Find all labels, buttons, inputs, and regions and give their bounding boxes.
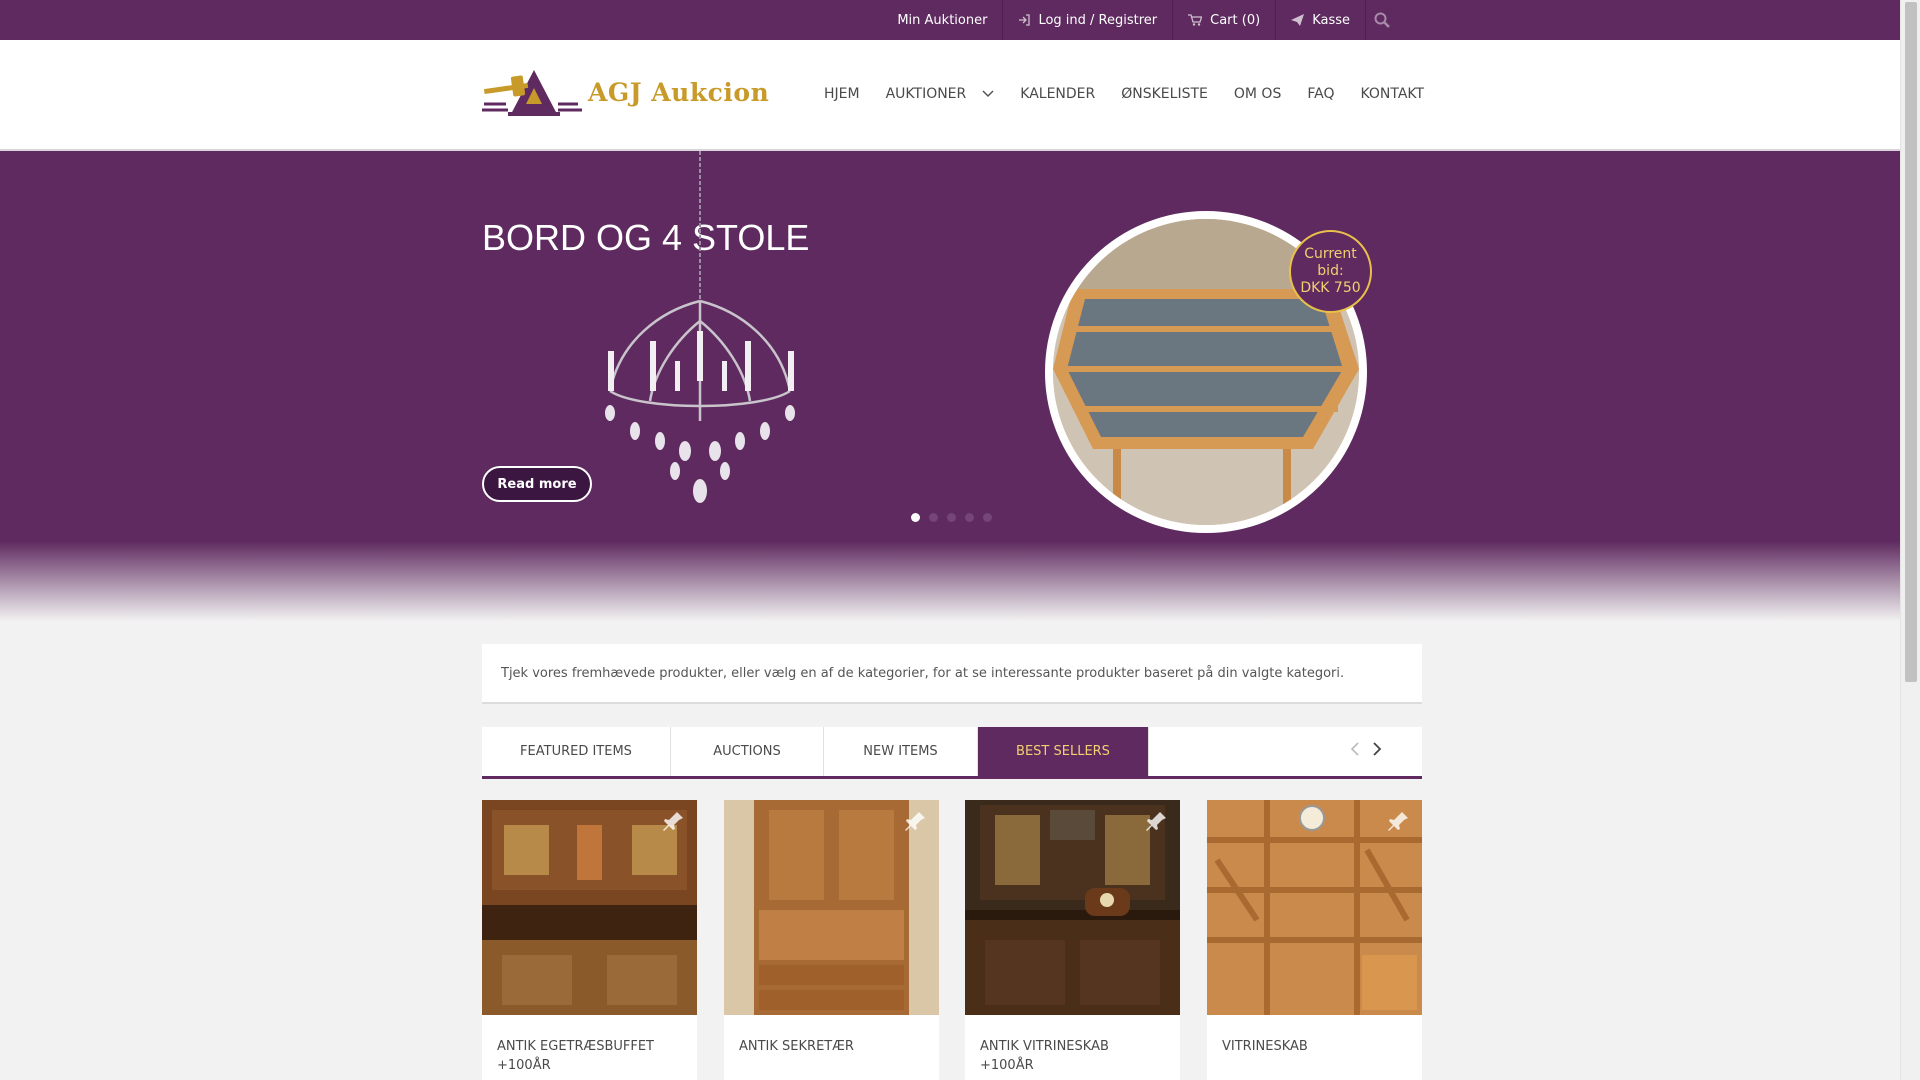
tab-best-sellers[interactable]: BEST SELLERS [978,727,1149,776]
slider-dot-3[interactable] [947,513,956,522]
pin-icon[interactable] [905,810,927,832]
product-grid: ANTIK EGETRÆSBUFFET +100ÅR ANTIK SEKRETÆ… [482,800,1422,1080]
slider-dot-5[interactable] [983,513,992,522]
nav-faq[interactable]: FAQ [1307,86,1334,102]
main-nav: HJEM AUKTIONER KALENDER ØNSKELISTE OM OS… [824,86,1424,102]
chevron-down-icon [982,90,994,98]
vitrine-cabinet-photo [965,800,1180,1015]
product-tabs: FEATURED ITEMS AUCTIONS NEW ITEMS BEST S… [482,727,1422,779]
intro-text-box: Tjek vores fremhævede produkter, eller v… [482,644,1422,704]
product-image[interactable] [1207,800,1422,1015]
page-scrollbar[interactable] [1900,0,1920,1080]
product-image[interactable] [965,800,1180,1015]
cart-link[interactable]: Cart (0) [1172,0,1275,40]
product-card[interactable]: ANTIK VITRINESKAB +100ÅR [965,800,1180,1080]
top-links: Min Auktioner Log ind / Registrer Cart (… [882,0,1405,40]
product-name[interactable]: VITRINESKAB [1207,1015,1422,1056]
my-auctions-link[interactable]: Min Auktioner [882,0,1002,40]
login-register-link[interactable]: Log ind / Registrer [1002,0,1172,40]
pin-icon[interactable] [663,810,685,832]
scrollbar-thumb[interactable] [1905,2,1917,682]
product-name[interactable]: ANTIK EGETRÆSBUFFET +100ÅR [482,1015,697,1075]
prev-arrow-button[interactable] [1350,741,1360,761]
slider-dot-2[interactable] [929,513,938,522]
slider-dot-4[interactable] [965,513,974,522]
logo-text: AGJ Aukcion [588,77,770,107]
pin-icon[interactable] [1146,810,1168,832]
secretary-photo [724,800,939,1015]
hero-slider: BORD OG 4 STOLE Read more Current bid: D… [0,151,1900,621]
product-card[interactable]: ANTIK EGETRÆSBUFFET +100ÅR [482,800,697,1080]
checkout-link[interactable]: Kasse [1275,0,1365,40]
nav-kalender[interactable]: KALENDER [1020,86,1095,102]
chevron-left-icon [1350,742,1359,756]
vitrine-photo [1207,800,1422,1015]
product-card[interactable]: ANTIK SEKRETÆR [724,800,939,1080]
tab-new-items[interactable]: NEW ITEMS [824,727,978,776]
product-name[interactable]: ANTIK SEKRETÆR [724,1015,939,1056]
slider-dot-1[interactable] [911,513,920,522]
search-icon [1374,12,1390,28]
product-image[interactable] [724,800,939,1015]
tab-arrows [1338,741,1382,761]
pin-icon[interactable] [1388,810,1410,832]
slider-dots [911,513,1001,522]
chevron-right-icon [1373,742,1382,756]
next-arrow-button[interactable] [1372,741,1382,761]
tab-auctions[interactable]: AUCTIONS [671,727,824,776]
gavel-logo-icon [482,70,582,116]
nav-kontakt[interactable]: KONTAKT [1360,86,1424,102]
current-bid-badge: Current bid: DKK 750 [1289,230,1372,313]
send-icon [1291,14,1305,26]
buffet-photo [482,800,697,1015]
top-bar: Min Auktioner Log ind / Registrer Cart (… [0,0,1900,40]
tab-featured-items[interactable]: FEATURED ITEMS [482,727,671,776]
nav-hjem[interactable]: HJEM [824,86,860,102]
chandelier-image [605,151,795,503]
site-header: AGJ Aukcion HJEM AUKTIONER KALENDER ØNSK… [0,40,1900,151]
nav-om-os[interactable]: OM OS [1234,86,1281,102]
site-logo[interactable]: AGJ Aukcion [482,66,769,118]
product-card[interactable]: VITRINESKAB [1207,800,1422,1080]
product-image[interactable] [482,800,697,1015]
cart-icon [1188,14,1203,26]
login-icon [1019,14,1031,26]
nav-auktioner[interactable]: AUKTIONER [886,86,995,102]
nav-onskeliste[interactable]: ØNSKELISTE [1121,86,1208,102]
intro-text: Tjek vores fremhævede produkter, eller v… [501,665,1345,681]
search-button[interactable] [1365,0,1405,40]
product-name[interactable]: ANTIK VITRINESKAB +100ÅR [965,1015,1180,1075]
read-more-button[interactable]: Read more [482,466,592,502]
